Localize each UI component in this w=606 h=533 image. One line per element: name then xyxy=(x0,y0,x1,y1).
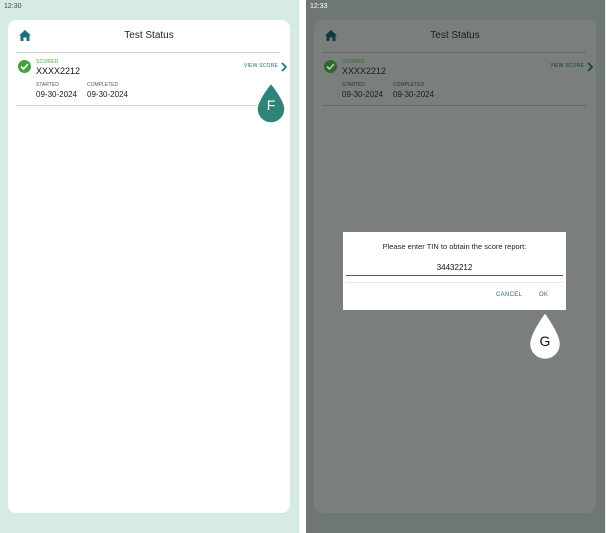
completed-label: COMPLETED xyxy=(393,82,425,88)
test-row: SCORED XXXX2212 STARTED 09-30-2024 COMPL… xyxy=(314,53,596,105)
test-status-card: Test Status SCORED XXXX2212 STARTED 09-3… xyxy=(8,20,290,513)
dialog-divider xyxy=(346,282,563,283)
step-marker-f: F xyxy=(255,81,287,124)
screen-after: 12:33 Test Status SCORED XXXX2212 STARTE… xyxy=(306,0,605,533)
chevron-right-icon[interactable] xyxy=(280,62,288,72)
status-bar-time: 12:33 xyxy=(310,3,328,10)
started-date: 09-30-2024 xyxy=(342,90,383,99)
completed-label: COMPLETED xyxy=(87,82,119,88)
chevron-right-icon[interactable] xyxy=(586,62,594,72)
ok-button[interactable]: OK xyxy=(539,292,548,298)
view-score-link[interactable]: VIEW SCORE xyxy=(244,63,278,69)
completed-date: 09-30-2024 xyxy=(393,90,434,99)
page-title: Test Status xyxy=(124,30,174,41)
step-marker-g: G xyxy=(529,313,561,359)
completed-date: 09-30-2024 xyxy=(87,90,128,99)
header: Test Status xyxy=(314,20,596,52)
status-bar-time: 12:30 xyxy=(4,3,22,10)
tin-dialog: Please enter TIN to obtain the score rep… xyxy=(343,232,566,310)
status-label: SCORED xyxy=(36,59,59,65)
started-date: 09-30-2024 xyxy=(36,90,77,99)
view-score-link[interactable]: VIEW SCORE xyxy=(550,63,584,69)
step-marker-letter: G xyxy=(539,333,551,349)
cancel-button[interactable]: CANCEL xyxy=(496,292,522,298)
started-label: STARTED xyxy=(36,82,59,88)
status-label: SCORED xyxy=(342,59,365,65)
screen-divider xyxy=(299,0,300,533)
started-label: STARTED xyxy=(342,82,365,88)
test-code: XXXX2212 xyxy=(36,66,81,76)
test-row: SCORED XXXX2212 STARTED 09-30-2024 COMPL… xyxy=(8,53,290,105)
tin-input[interactable] xyxy=(346,260,563,276)
screen-before: 12:30 Test Status SCORED XXXX2212 STARTE… xyxy=(0,0,299,533)
check-circle-icon xyxy=(324,60,337,73)
dialog-message: Please enter TIN to obtain the score rep… xyxy=(382,242,527,251)
test-code: XXXX2212 xyxy=(342,66,387,76)
step-marker-letter: F xyxy=(266,97,276,113)
check-circle-icon xyxy=(18,60,31,73)
page-title: Test Status xyxy=(430,30,480,41)
row-divider xyxy=(322,105,586,106)
row-divider xyxy=(16,105,280,106)
header: Test Status xyxy=(8,20,290,52)
